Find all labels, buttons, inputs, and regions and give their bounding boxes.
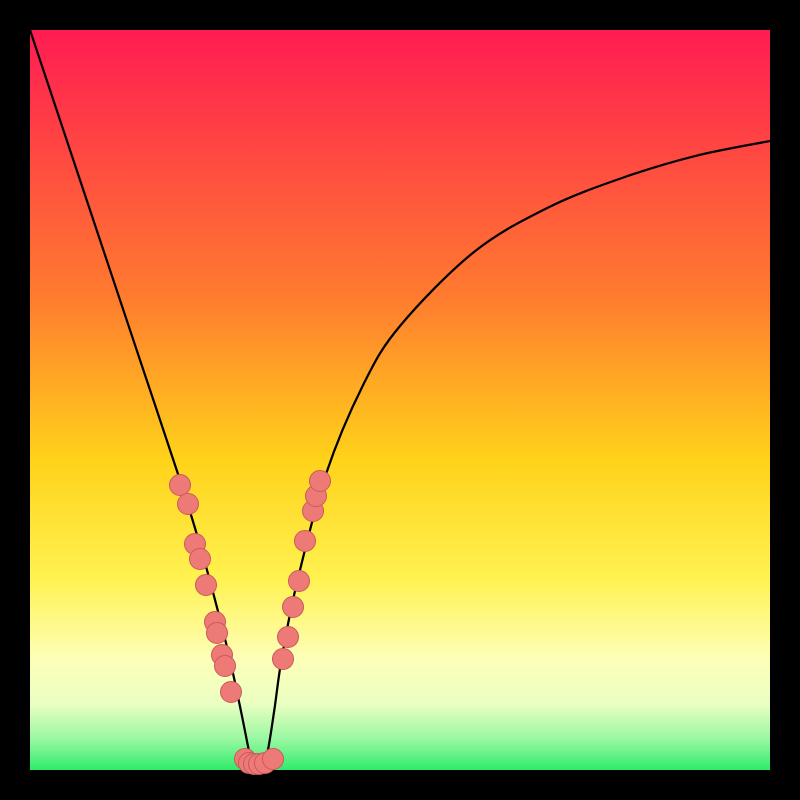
data-point xyxy=(262,748,284,770)
data-point xyxy=(272,648,294,670)
data-point xyxy=(214,655,236,677)
plot-area xyxy=(30,30,770,770)
chart-stage: TheBottleneck.com xyxy=(0,0,800,800)
data-point xyxy=(206,622,228,644)
data-point xyxy=(220,681,242,703)
data-point xyxy=(288,570,310,592)
data-point xyxy=(195,574,217,596)
data-points-layer xyxy=(30,30,770,770)
data-point xyxy=(189,548,211,570)
data-point xyxy=(282,596,304,618)
data-point xyxy=(309,470,331,492)
data-point xyxy=(294,530,316,552)
data-point xyxy=(277,626,299,648)
data-point xyxy=(177,493,199,515)
